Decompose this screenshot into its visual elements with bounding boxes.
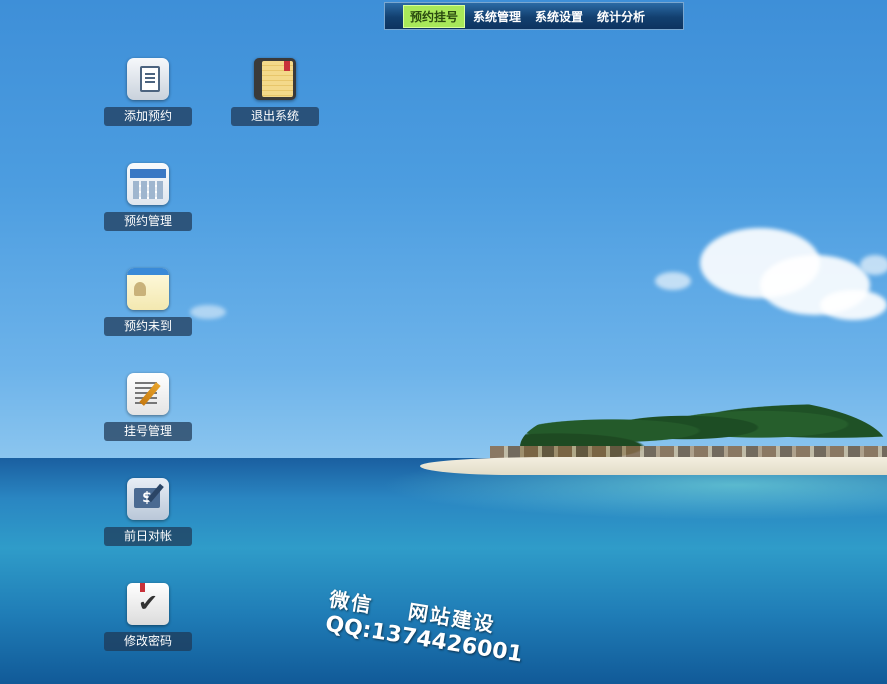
menu-item-appointment-registration[interactable]: 预约挂号: [403, 4, 466, 28]
edit-note-icon[interactable]: [127, 373, 169, 415]
wallpaper-lagoon: [380, 470, 887, 520]
calendar-settings-icon[interactable]: [127, 163, 169, 205]
desktop-icon-label[interactable]: 预约管理: [104, 212, 192, 231]
wallpaper-cloud: [190, 305, 226, 319]
menu-item-system-management[interactable]: 系统管理: [467, 6, 527, 27]
wallpaper-cloud: [655, 272, 691, 290]
desktop-icon-label[interactable]: 添加预约: [104, 107, 192, 126]
desktop-icon-change-password[interactable]: 修改密码: [104, 583, 192, 651]
desktop-icon-appointment-management[interactable]: 预约管理: [104, 163, 192, 231]
desktop-icon-label[interactable]: 退出系统: [231, 107, 319, 126]
menu-item-statistics[interactable]: 统计分析: [591, 6, 651, 27]
contact-card-settings-icon[interactable]: [127, 268, 169, 310]
menu-item-system-settings[interactable]: 系统设置: [529, 6, 589, 27]
desktop-icon-label[interactable]: 挂号管理: [104, 422, 192, 441]
desktop-icon-label[interactable]: 前日对帐: [104, 527, 192, 546]
wallpaper-beach: [420, 457, 887, 475]
notebook-icon[interactable]: [254, 58, 296, 100]
desktop-icon-previous-day-reconciliation[interactable]: 前日对帐: [104, 478, 192, 546]
desktop-icon-add-appointment[interactable]: 添加预约: [104, 58, 192, 126]
desktop-icon-label[interactable]: 预约未到: [104, 317, 192, 336]
document-icon[interactable]: [127, 58, 169, 100]
checklist-icon[interactable]: [127, 583, 169, 625]
top-menu-bar: 预约挂号 系统管理 系统设置 统计分析: [384, 2, 684, 30]
desktop-icon-registration-management[interactable]: 挂号管理: [104, 373, 192, 441]
wallpaper-cloud: [860, 255, 887, 275]
wallpaper-cloud: [820, 290, 887, 320]
money-ledger-icon[interactable]: [127, 478, 169, 520]
desktop-icon-exit-system[interactable]: 退出系统: [231, 58, 319, 126]
desktop-icon-label[interactable]: 修改密码: [104, 632, 192, 651]
desktop-icon-missed-appointments[interactable]: 预约未到: [104, 268, 192, 336]
